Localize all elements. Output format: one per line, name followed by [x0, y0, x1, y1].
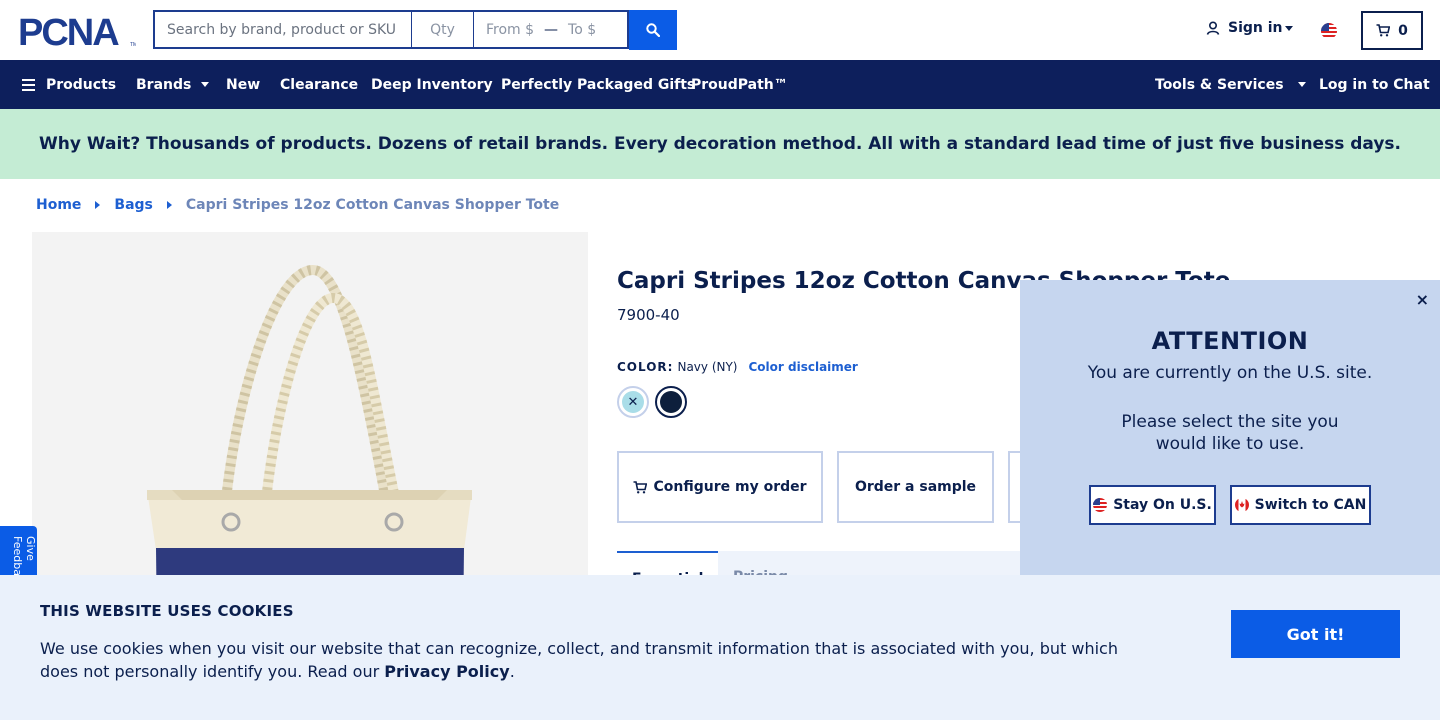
modal-prompt-line1: Please select the site you: [1121, 412, 1339, 432]
nav-products[interactable]: Products: [22, 60, 116, 109]
breadcrumb-home[interactable]: Home: [36, 197, 81, 213]
qty-input[interactable]: Qty: [411, 10, 473, 49]
nav-deep-inventory[interactable]: Deep Inventory: [371, 60, 493, 109]
top-header: PCNA TM Search by brand, product or SKU …: [0, 0, 1440, 60]
logo-text: PCNA: [18, 14, 119, 48]
search-placeholder: Search by brand, product or SKU: [167, 21, 397, 38]
cookie-text-body: We use cookies when you visit our websit…: [40, 639, 1118, 681]
sign-in-menu[interactable]: Sign in: [1206, 20, 1293, 36]
chevron-down-icon: [1284, 25, 1293, 31]
price-from-placeholder[interactable]: From $: [486, 22, 534, 38]
privacy-policy-link[interactable]: Privacy Policy: [384, 662, 509, 681]
nav-clearance[interactable]: Clearance: [280, 60, 358, 109]
nav-gifts-label: Perfectly Packaged Gifts: [501, 76, 696, 93]
cart-icon: [1376, 24, 1391, 37]
hamburger-icon: [22, 78, 35, 91]
search-button[interactable]: [629, 10, 677, 50]
color-row: COLOR: Navy (NY) Color disclaimer: [617, 360, 858, 374]
chevron-right-icon: [166, 201, 172, 209]
configure-order-label: Configure my order: [653, 479, 807, 495]
color-disclaimer-link[interactable]: Color disclaimer: [749, 360, 858, 374]
cookie-accept-button[interactable]: Got it!: [1231, 610, 1400, 658]
promo-banner: Why Wait? Thousands of products. Dozens …: [0, 109, 1440, 179]
qty-placeholder: Qty: [430, 21, 455, 38]
switch-can-button[interactable]: Switch to CAN: [1230, 485, 1371, 525]
nav-brands-label: Brands: [136, 76, 192, 93]
unavailable-x-icon: ✕: [622, 391, 644, 413]
range-dash: —: [544, 21, 559, 38]
user-icon: [1206, 21, 1220, 35]
svg-text:TM: TM: [130, 42, 136, 48]
nav-new-label: New: [226, 76, 261, 93]
cookie-title: THIS WEBSITE USES COOKIES: [40, 602, 294, 620]
nav-tools-label: Tools & Services: [1155, 76, 1284, 93]
nav-proudpath[interactable]: ProudPath™: [691, 60, 788, 109]
nav-chat-label: Log in to Chat: [1319, 76, 1430, 93]
cart-icon: [633, 480, 648, 493]
search-group: Search by brand, product or SKU Qty From…: [153, 10, 677, 50]
cookie-text: We use cookies when you visit our websit…: [40, 637, 1140, 683]
cookie-accept-label: Got it!: [1286, 624, 1345, 644]
swatch-navy[interactable]: [655, 386, 687, 418]
cookie-text-end: .: [509, 662, 515, 681]
promo-text: Why Wait? Thousands of products. Dozens …: [38, 134, 1402, 154]
nav-brands[interactable]: Brands: [136, 60, 210, 109]
chevron-down-icon: [1297, 82, 1306, 87]
us-flag-icon: [1093, 498, 1108, 512]
navy-swatch-fill: [660, 391, 682, 413]
switch-can-label: Switch to CAN: [1254, 497, 1367, 513]
color-value: Navy (NY): [677, 360, 738, 374]
search-icon: [646, 23, 660, 37]
sign-in-label: Sign in: [1228, 20, 1283, 36]
modal-title: ATTENTION: [1151, 327, 1309, 355]
canada-flag-icon: [1234, 498, 1249, 512]
chevron-down-icon: [201, 82, 210, 87]
search-input[interactable]: Search by brand, product or SKU: [153, 10, 411, 49]
cart-button[interactable]: 0: [1361, 11, 1423, 50]
cookie-banner: THIS WEBSITE USES COOKIES We use cookies…: [0, 575, 1440, 720]
cart-count: 0: [1398, 22, 1408, 39]
nav-proudpath-label: ProudPath™: [691, 76, 788, 93]
modal-current-site: You are currently on the U.S. site.: [1087, 363, 1373, 383]
order-sample-button[interactable]: Order a sample: [837, 451, 994, 523]
nav-chat-login[interactable]: Log in to Chat: [1319, 60, 1430, 109]
color-label: COLOR:: [617, 360, 674, 374]
nav-new[interactable]: New: [226, 60, 260, 109]
close-icon[interactable]: ×: [1416, 290, 1429, 309]
pcna-logo[interactable]: PCNA TM: [18, 14, 136, 48]
swatch-light-blue[interactable]: ✕: [617, 386, 649, 418]
main-nav: Products Brands New Clearance Deep Inven…: [0, 60, 1440, 109]
stay-us-label: Stay On U.S.: [1113, 497, 1212, 513]
nav-gifts[interactable]: Perfectly Packaged Gifts: [501, 60, 695, 109]
order-sample-label: Order a sample: [854, 479, 977, 495]
us-flag-icon[interactable]: [1321, 23, 1337, 39]
nav-clearance-label: Clearance: [280, 76, 359, 93]
breadcrumb: Home Bags Capri Stripes 12oz Cotton Canv…: [36, 197, 559, 213]
price-range-input[interactable]: From $ — To $: [473, 10, 629, 49]
site-selector-modal: × ATTENTION You are currently on the U.S…: [1020, 280, 1440, 575]
nav-deep-inventory-label: Deep Inventory: [371, 76, 493, 93]
breadcrumb-current: Capri Stripes 12oz Cotton Canvas Shopper…: [185, 197, 560, 213]
stay-us-button[interactable]: Stay On U.S.: [1089, 485, 1216, 525]
breadcrumb-bags[interactable]: Bags: [114, 197, 152, 213]
configure-order-button[interactable]: Configure my order: [617, 451, 823, 523]
nav-products-label: Products: [46, 76, 117, 93]
nav-tools-services[interactable]: Tools & Services: [1155, 60, 1306, 109]
modal-prompt-line2: would like to use.: [1155, 434, 1305, 454]
chevron-right-icon: [95, 201, 101, 209]
product-sku: 7900-40: [617, 306, 680, 324]
price-to-placeholder[interactable]: To $: [568, 22, 596, 38]
